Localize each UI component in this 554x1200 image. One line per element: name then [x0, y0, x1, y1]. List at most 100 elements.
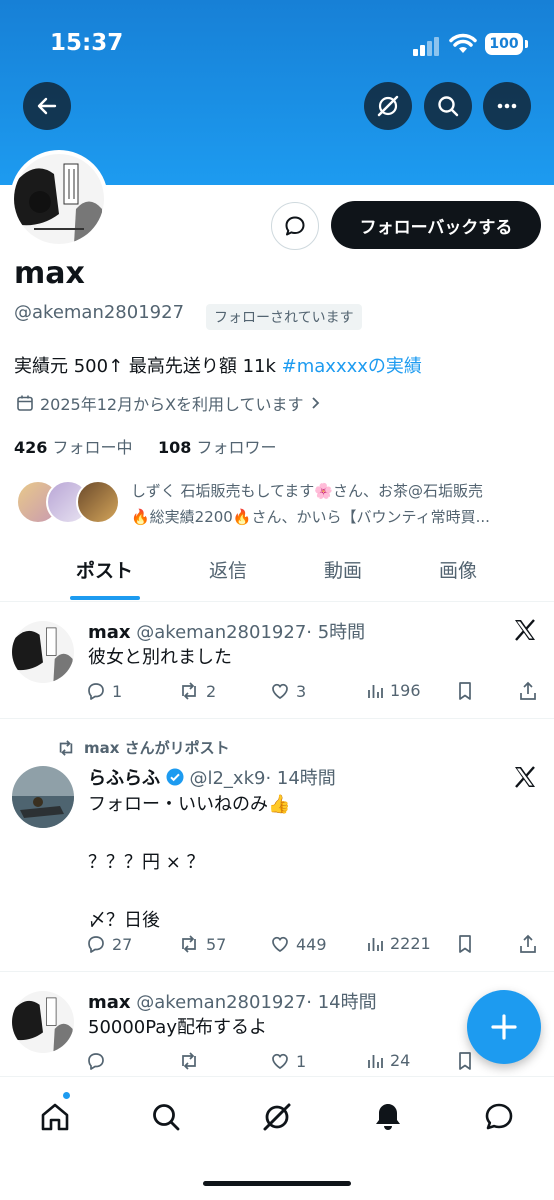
x-logo-icon[interactable]: [512, 764, 538, 790]
back-button[interactable]: [23, 82, 71, 130]
nav-grok[interactable]: [255, 1095, 299, 1139]
message-bubble-icon: [285, 216, 305, 236]
mutuals-line-1: しずく 石垢販売もしてます🌸さん、お茶@石垢販売: [131, 482, 483, 500]
post-time[interactable]: · 14時間: [306, 992, 376, 1013]
repost-note: max さんがリポスト: [56, 737, 230, 758]
like-button[interactable]: 449: [270, 934, 327, 954]
manga-avatar-image: [14, 154, 104, 244]
arrow-left-icon: [37, 97, 57, 115]
reply-button[interactable]: [86, 1051, 112, 1071]
tab-posts[interactable]: ポスト: [76, 556, 133, 583]
bookmark-button[interactable]: [456, 681, 474, 701]
mutual-avatar: [76, 480, 120, 524]
bio-hashtag-link[interactable]: #maxxxx: [282, 356, 368, 377]
status-bar: 15:37 100: [0, 28, 554, 64]
follow-counts: 426 フォロー中 108 フォロワー: [14, 434, 276, 458]
follow-back-button[interactable]: フォローバックする: [331, 201, 541, 249]
bookmark-icon: [459, 682, 471, 700]
post-item[interactable]: max さんがリポスト らふらふ @l2_xk9· 14時間 フォロー・いいねの…: [0, 720, 554, 972]
like-button[interactable]: 1: [270, 1051, 306, 1071]
more-button[interactable]: [483, 82, 531, 130]
bookmark-icon: [459, 935, 471, 953]
reply-button[interactable]: 1: [86, 681, 122, 701]
post-author-handle[interactable]: @akeman2801927: [136, 622, 306, 643]
post-actions: 1 2 3 196: [86, 681, 546, 705]
message-bubble-icon: [485, 1103, 513, 1130]
repost-button[interactable]: 2: [178, 681, 216, 701]
plus-icon: [491, 1014, 517, 1040]
views-count: 196: [390, 681, 421, 700]
bookmark-icon: [459, 1052, 471, 1070]
share-button[interactable]: [519, 934, 537, 954]
post-header: max @akeman2801927· 14時間: [88, 988, 377, 1014]
message-button[interactable]: [271, 202, 319, 250]
profile-bio: 実績元 500↑ 最高先送り額 11k #maxxxxの実績: [14, 352, 422, 378]
bookmark-button[interactable]: [456, 1051, 474, 1071]
grok-icon: [377, 95, 399, 117]
post-item[interactable]: max @akeman2801927· 5時間 彼女と別れました 1 2 3 1…: [0, 603, 554, 719]
search-button[interactable]: [424, 82, 472, 130]
more-icon: [497, 103, 517, 109]
post-avatar[interactable]: [12, 991, 74, 1053]
manga-avatar-image: [12, 991, 74, 1053]
repost-note-text[interactable]: max さんがリポスト: [84, 737, 230, 758]
post-author-name[interactable]: らふらふ: [88, 768, 160, 789]
search-icon: [153, 1104, 180, 1131]
mutuals-line-2: 🔥総実績2200🔥さん、かいら【バウンティ常時買...: [131, 508, 490, 526]
photo-avatar-image: [12, 766, 74, 828]
views-button[interactable]: 2221: [366, 934, 431, 953]
post-author-name[interactable]: max: [88, 622, 131, 643]
reply-button[interactable]: 27: [86, 934, 132, 954]
wifi-icon: [449, 33, 477, 53]
post-author-handle[interactable]: @l2_xk9: [189, 768, 265, 789]
profile-avatar[interactable]: [10, 150, 108, 248]
post-avatar[interactable]: [12, 766, 74, 828]
post-time[interactable]: · 5時間: [306, 622, 365, 643]
bio-suffix: の実績: [367, 356, 422, 377]
post-author-name[interactable]: max: [88, 992, 131, 1013]
like-button[interactable]: 3: [270, 681, 306, 701]
post-time[interactable]: · 14時間: [265, 768, 335, 789]
joined-date[interactable]: 2025年12月からXを利用しています: [16, 391, 322, 415]
tab-videos[interactable]: 動画: [324, 556, 362, 583]
reply-icon: [88, 1053, 104, 1070]
views-button[interactable]: 24: [366, 1051, 410, 1070]
views-chart-icon: [368, 1054, 383, 1068]
views-count: 24: [390, 1051, 411, 1070]
views-chart-icon: [368, 684, 383, 698]
compose-button[interactable]: [467, 990, 541, 1064]
share-icon: [520, 934, 536, 953]
share-button[interactable]: [519, 681, 537, 701]
views-button[interactable]: 196: [366, 681, 421, 700]
calendar-icon: [17, 395, 33, 411]
mutual-followers-avatars[interactable]: [16, 480, 120, 526]
post-author-handle[interactable]: @akeman2801927: [136, 992, 306, 1013]
repost-button[interactable]: 57: [178, 934, 226, 954]
repost-button[interactable]: [178, 1051, 206, 1071]
post-actions: 27 57 449 2221: [86, 934, 546, 958]
joined-text: 2025年12月からXを利用しています: [40, 395, 304, 414]
reply-count: 27: [112, 934, 133, 954]
home-indicator: [203, 1181, 351, 1186]
nav-notifications[interactable]: [366, 1095, 410, 1139]
profile-name: max: [14, 256, 85, 291]
following-link[interactable]: 426 フォロー中: [14, 438, 133, 457]
tab-replies[interactable]: 返信: [209, 556, 247, 583]
views-chart-icon: [368, 937, 383, 951]
post-text: 彼女と別れました: [88, 647, 232, 668]
nav-home[interactable]: [33, 1095, 77, 1139]
x-logo-icon[interactable]: [512, 617, 538, 643]
reply-icon: [88, 683, 104, 700]
tab-images[interactable]: 画像: [439, 556, 477, 583]
bookmark-button[interactable]: [456, 934, 474, 954]
mutual-followers-text[interactable]: しずく 石垢販売もしてます🌸さん、お茶@石垢販売 🔥総実績2200🔥さん、かいら…: [131, 478, 541, 530]
followers-link[interactable]: 108 フォロワー: [158, 438, 277, 457]
grok-button[interactable]: [364, 82, 412, 130]
nav-search[interactable]: [144, 1095, 188, 1139]
verified-badge-icon: [166, 768, 184, 786]
reply-icon: [88, 936, 104, 953]
nav-messages[interactable]: [477, 1095, 521, 1139]
post-avatar[interactable]: [12, 621, 74, 683]
bell-icon: [376, 1104, 400, 1130]
post-actions: 1 24: [86, 1051, 546, 1075]
